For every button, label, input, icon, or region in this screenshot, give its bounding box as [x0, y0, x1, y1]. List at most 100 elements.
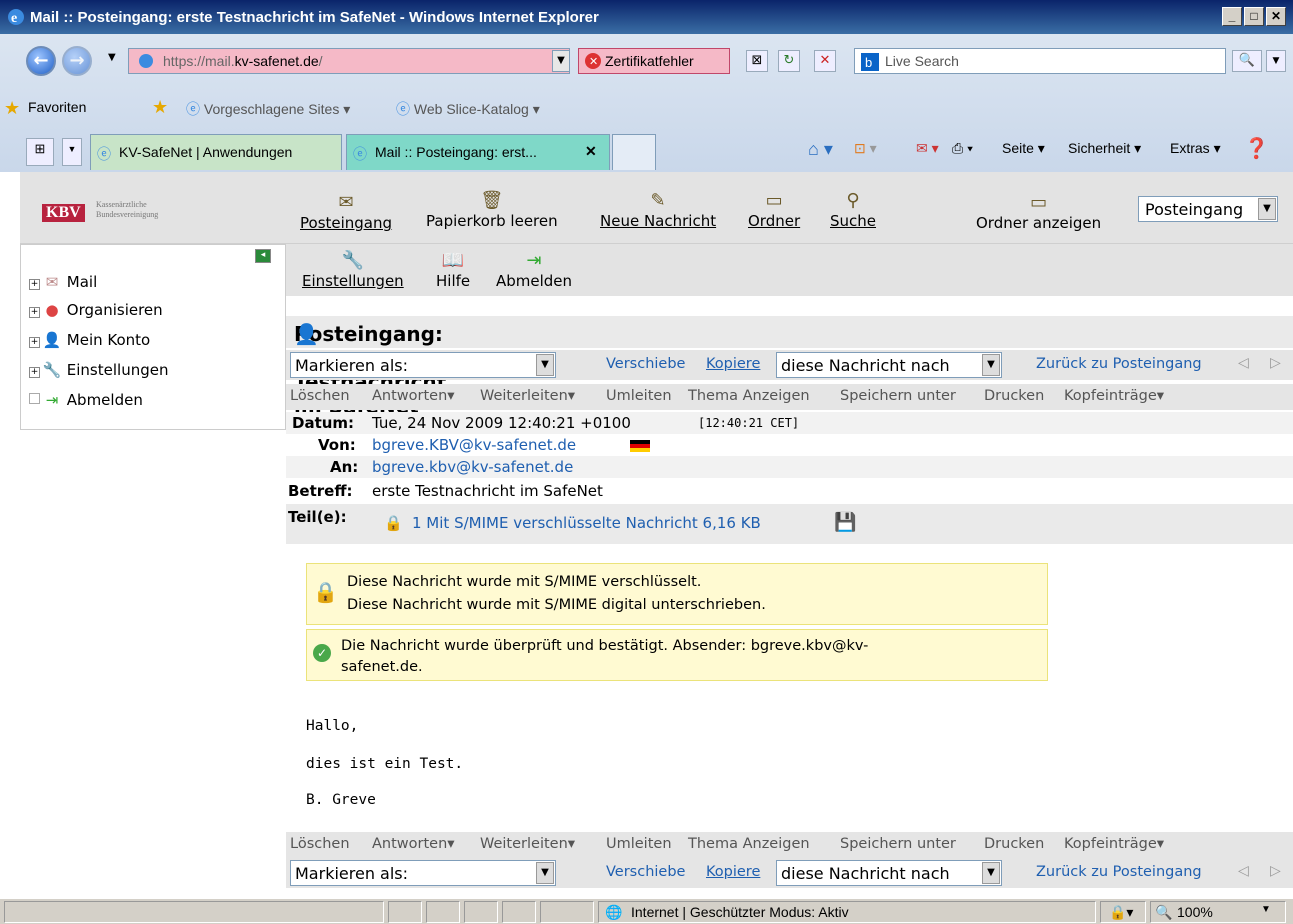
tab-kv-safenet[interactable]: ⓔ KV-SafeNet | Anwendungen [90, 134, 342, 170]
search-input[interactable]: b Live Search [854, 48, 1226, 74]
expand-icon[interactable]: + [29, 307, 40, 318]
lock-icon: 🔒 [384, 514, 403, 532]
back-button[interactable]: ← [26, 46, 56, 76]
refresh-icon[interactable]: ↻ [778, 50, 800, 72]
mail-icon[interactable]: ✉ ▾ [916, 140, 939, 157]
collapse-sidebar-icon[interactable]: ◂ [255, 249, 271, 263]
add-favorite-icon[interactable]: ★ [152, 97, 168, 118]
save-as-link[interactable]: Speichern unter [840, 836, 956, 852]
minimize-button[interactable]: _ [1222, 7, 1242, 26]
sidebar-item-logout[interactable]: ⇥ Abmelden [29, 391, 143, 409]
body-line: B. Greve [306, 792, 376, 808]
redirect-link[interactable]: Umleiten [606, 388, 672, 404]
message-title-bar: Posteingang: erste Testnachricht im Safe… [286, 316, 1293, 442]
folders-button[interactable]: ▭ Ordner [748, 190, 800, 230]
sidebar-item-mail[interactable]: + ✉ Mail [29, 273, 97, 291]
tab-bar: ⊞ ▼ ⓔ KV-SafeNet | Anwendungen ⓔ Mail ::… [0, 130, 1293, 170]
delete-link[interactable]: Löschen [290, 836, 350, 852]
mark-as-select[interactable]: Markieren als: ▼ [290, 860, 556, 886]
close-button[interactable]: ✕ [1266, 7, 1286, 26]
extras-menu[interactable]: Extras ▾ [1170, 140, 1221, 157]
logout-button[interactable]: ⇥ Abmelden [496, 250, 572, 290]
help-button[interactable]: 📖 Hilfe [436, 250, 470, 290]
reply-link[interactable]: Antworten▾ [372, 388, 455, 404]
sidebar-item-account[interactable]: + 👤 Mein Konto [29, 331, 150, 349]
inbox-button[interactable]: ✉ Posteingang [300, 192, 392, 232]
address-bar[interactable]: https://mail.kv-safenet.de/ [128, 48, 570, 74]
expand-icon[interactable]: + [29, 337, 40, 348]
back-to-inbox-link[interactable]: Zurück zu Posteingang [1036, 356, 1202, 372]
headers-link[interactable]: Kopfeinträge▾ [1064, 836, 1164, 852]
expand-icon[interactable]: + [29, 367, 40, 378]
headers-link[interactable]: Kopfeinträge▾ [1064, 388, 1164, 404]
reply-link[interactable]: Antworten▾ [372, 836, 455, 852]
zoom-icon: 🔍 [1155, 904, 1173, 920]
settings-button[interactable]: 🔧 Einstellungen [302, 250, 404, 290]
forward-link[interactable]: Weiterleiten▾ [480, 836, 575, 852]
tab-mail[interactable]: ⓔ Mail :: Posteingang: erst... ✕ [346, 134, 610, 170]
forward-link[interactable]: Weiterleiten▾ [480, 388, 575, 404]
zoom-control[interactable]: 🔍 100% ▼ [1150, 901, 1286, 923]
history-dropdown-icon[interactable]: ▼ [108, 52, 116, 63]
folder-select[interactable]: Posteingang ▼ [1138, 196, 1278, 222]
show-thread-link[interactable]: Thema Anzeigen [688, 388, 810, 404]
to-link[interactable]: bgreve.kbv@kv-safenet.de [372, 458, 573, 476]
new-message-button[interactable]: ✎ Neue Nachricht [600, 190, 716, 230]
help-icon[interactable]: ❓ [1244, 136, 1269, 161]
print-link[interactable]: Drucken [984, 836, 1044, 852]
copy-link[interactable]: Kopiere [706, 864, 760, 880]
chevron-down-icon: ▼ [536, 354, 554, 376]
from-link[interactable]: bgreve.KBV@kv-safenet.de [372, 436, 576, 454]
previous-icon[interactable]: ◁ [1238, 355, 1249, 371]
print-link[interactable]: Drucken [984, 388, 1044, 404]
stop-icon[interactable]: ✕ [814, 50, 836, 72]
move-link[interactable]: Verschiebe [606, 864, 685, 880]
show-folders-button[interactable]: ▭ Ordner anzeigen [976, 192, 1101, 232]
chevron-down-icon: ▼ [982, 354, 1000, 376]
quick-tabs-icon[interactable]: ⊞ [26, 138, 54, 166]
empty-trash-button[interactable]: 🗑 Papierkorb leeren [426, 190, 558, 230]
message-controls-bottom: Markieren als: ▼ Verschiebe Kopiere diese… [286, 858, 1293, 888]
expand-icon[interactable]: + [29, 279, 40, 290]
compose-icon: ✎ [650, 190, 666, 211]
move-link[interactable]: Verschiebe [606, 356, 685, 372]
web-slice-link[interactable]: ⓔ Web Slice-Katalog ▾ [396, 99, 540, 119]
suggested-sites-link[interactable]: ⓔ Vorgeschlagene Sites ▾ [186, 99, 350, 119]
feeds-icon[interactable]: ⊡ ▾ [854, 140, 877, 157]
security-menu[interactable]: Sicherheit ▾ [1068, 140, 1141, 157]
new-tab-button[interactable] [612, 134, 656, 170]
certificate-error-button[interactable]: ✕ Zertifikatfehler [578, 48, 730, 74]
home-icon[interactable]: ⌂ ▾ [808, 139, 833, 160]
delete-link[interactable]: Löschen [290, 388, 350, 404]
window-titlebar: e Mail :: Posteingang: erste Testnachric… [0, 0, 1293, 34]
save-as-link[interactable]: Speichern unter [840, 388, 956, 404]
sidebar-item-settings[interactable]: + 🔧 Einstellungen [29, 361, 168, 379]
print-icon[interactable]: ⎙ ▾ [952, 140, 973, 157]
close-tab-icon[interactable]: ✕ [585, 143, 597, 160]
mark-as-select[interactable]: Markieren als: ▼ [290, 352, 556, 378]
redirect-link[interactable]: Umleiten [606, 836, 672, 852]
search-button[interactable]: ⚲ Suche [830, 190, 876, 230]
back-to-inbox-link[interactable]: Zurück zu Posteingang [1036, 864, 1202, 880]
sidebar-item-organize[interactable]: + ● Organisieren [29, 301, 163, 319]
favorites-button[interactable]: Favoriten [28, 99, 86, 115]
next-icon[interactable]: ▷ [1270, 355, 1281, 371]
copy-link[interactable]: Kopiere [706, 356, 760, 372]
show-thread-link[interactable]: Thema Anzeigen [688, 836, 810, 852]
search-options-icon[interactable]: ▼ [1266, 50, 1286, 72]
address-dropdown-icon[interactable]: ▼ [552, 50, 570, 72]
compatibility-icon[interactable]: ⊠ [746, 50, 768, 72]
magnifier-icon: ⚲ [846, 190, 860, 211]
search-icon[interactable]: 🔍 [1232, 50, 1262, 72]
protected-mode-icon[interactable]: 🔒▾ [1100, 901, 1146, 923]
save-icon[interactable]: 💾 [834, 512, 856, 533]
previous-icon[interactable]: ◁ [1238, 863, 1249, 879]
attachment-link[interactable]: 1 Mit S/MIME verschlüsselte Nachricht 6,… [412, 514, 761, 532]
target-folder-select[interactable]: diese Nachricht nach ▼ [776, 860, 1002, 886]
maximize-button[interactable]: □ [1244, 7, 1264, 26]
next-icon[interactable]: ▷ [1270, 863, 1281, 879]
target-folder-select[interactable]: diese Nachricht nach ▼ [776, 352, 1002, 378]
forward-button[interactable]: → [62, 46, 92, 76]
tab-list-icon[interactable]: ▼ [62, 138, 82, 166]
page-menu[interactable]: Seite ▾ [1002, 140, 1045, 157]
